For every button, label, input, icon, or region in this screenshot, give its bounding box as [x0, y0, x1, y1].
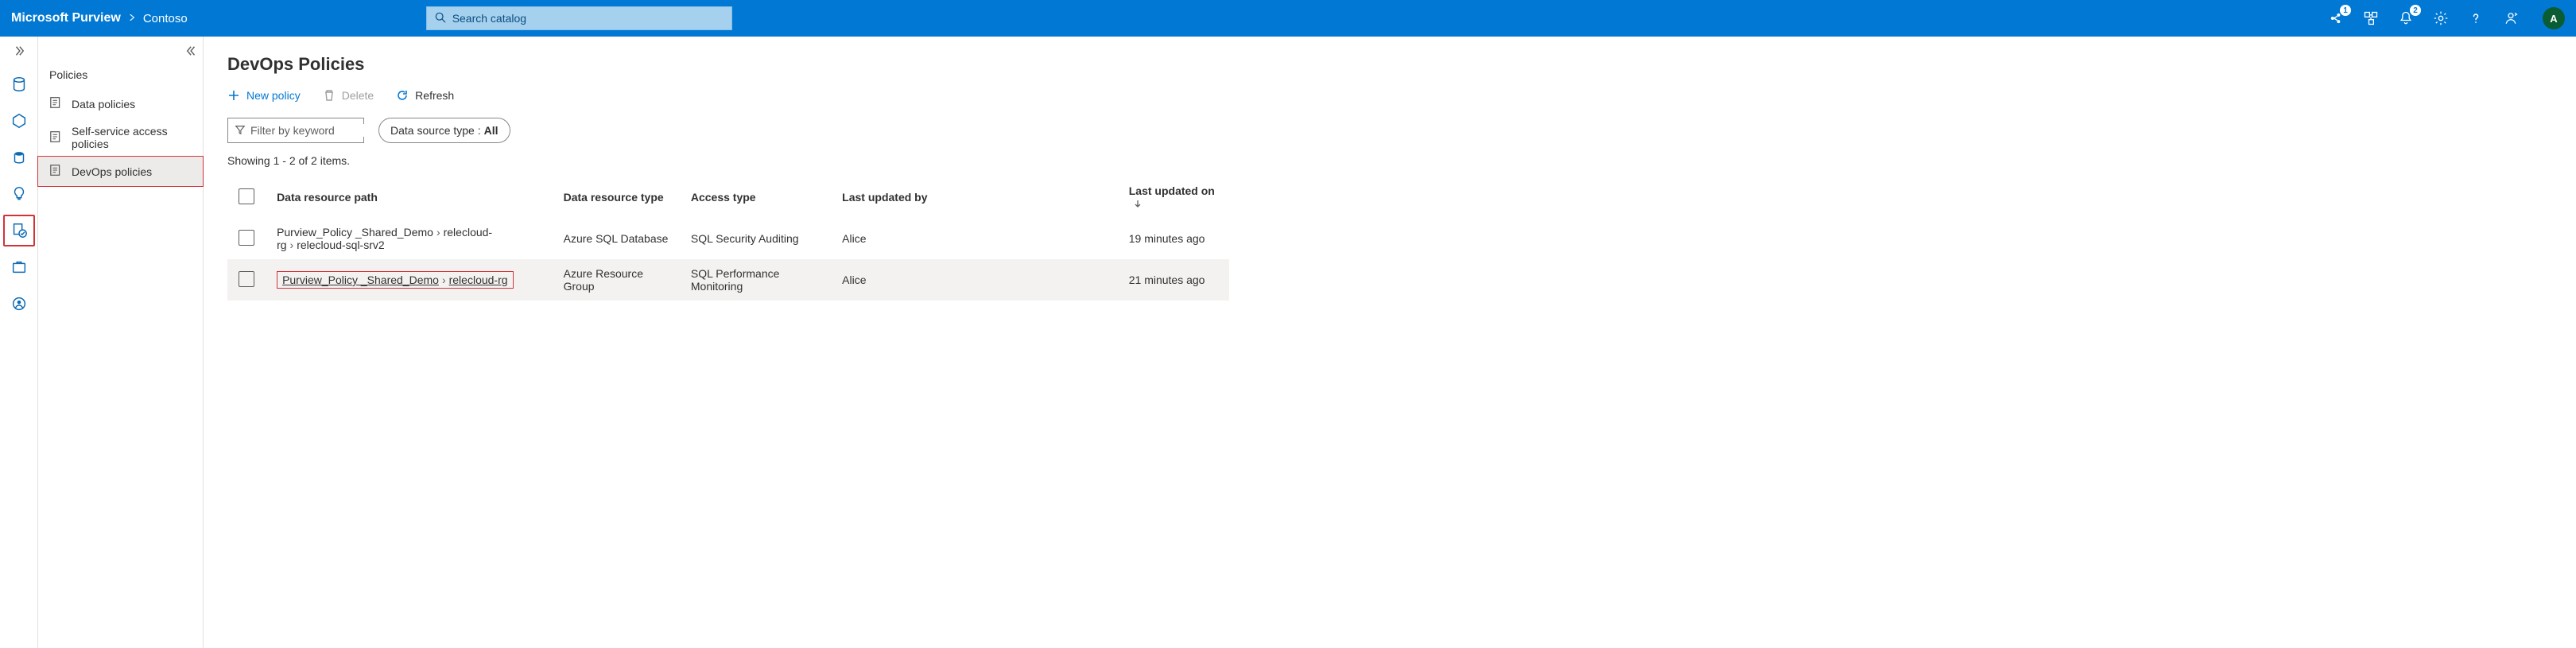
- command-bar: New policy Delete Refresh: [227, 86, 2552, 113]
- sidebar-item-label: Data policies: [72, 98, 135, 111]
- sidebar-item-label: Self-service access policies: [72, 125, 192, 150]
- search-input[interactable]: [452, 12, 724, 25]
- collapse-panel-button[interactable]: [180, 40, 203, 62]
- sidebar-item-self-service-access-policies[interactable]: Self-service access policies: [38, 118, 203, 157]
- policy-list-icon: [49, 163, 64, 180]
- pill-value: All: [484, 124, 499, 137]
- new-policy-button[interactable]: New policy: [227, 89, 301, 102]
- sort-desc-icon: [1134, 197, 1142, 210]
- topbar: Microsoft Purview Contoso 1 2: [0, 0, 2576, 37]
- row-checkbox[interactable]: [239, 230, 254, 246]
- expand-rail-button[interactable]: [8, 40, 30, 62]
- policy-list-icon: [49, 130, 64, 146]
- new-policy-label: New policy: [246, 89, 301, 102]
- chevron-right-icon: ›: [442, 274, 446, 286]
- search-box[interactable]: [426, 6, 732, 30]
- app-title[interactable]: Microsoft Purview: [11, 11, 121, 25]
- sidebar-item-data-policies[interactable]: Data policies: [38, 89, 203, 118]
- share-icon[interactable]: 1: [2328, 10, 2344, 26]
- cell-updated-by: Alice: [831, 218, 1118, 259]
- cell-updated-by: Alice: [831, 259, 1118, 301]
- delete-button: Delete: [323, 89, 374, 102]
- select-all-checkbox[interactable]: [239, 188, 254, 204]
- col-header-path[interactable]: Data resource path: [266, 177, 553, 218]
- sidebar-section-title: Policies: [38, 62, 203, 89]
- col-header-updated-by[interactable]: Last updated by: [831, 177, 1118, 218]
- row-checkbox[interactable]: [239, 271, 254, 287]
- help-icon[interactable]: [2468, 10, 2484, 26]
- pill-prefix: Data source type :: [390, 124, 481, 137]
- main-content: DevOps Policies New policy Delete Refres…: [204, 37, 2576, 648]
- cell-access-type: SQL Performance Monitoring: [680, 259, 831, 301]
- avatar-initial: A: [2550, 13, 2557, 25]
- feedback-icon[interactable]: [2503, 10, 2519, 26]
- rail-item-privacy[interactable]: [5, 289, 33, 318]
- rail-item-insights[interactable]: [5, 180, 33, 208]
- cell-data-resource-path[interactable]: Purview_Policy _Shared_Demo›relecloud-rg: [266, 259, 553, 301]
- cell-data-resource-type: Azure Resource Group: [553, 259, 680, 301]
- search-icon: [435, 12, 446, 25]
- path-segment[interactable]: relecloud-rg: [449, 274, 508, 286]
- filter-keyword-input[interactable]: [250, 124, 394, 137]
- topbar-actions: 1 2: [2328, 10, 2519, 26]
- filter-row: Data source type : All: [227, 118, 2552, 143]
- chevron-right-icon: ›: [290, 239, 294, 251]
- cell-data-resource-path[interactable]: Purview_Policy _Shared_Demo›relecloud-rg…: [266, 218, 553, 259]
- page-title: DevOps Policies: [227, 54, 2552, 75]
- result-count: Showing 1 - 2 of 2 items.: [227, 154, 2552, 167]
- left-rail: [0, 37, 38, 648]
- table-row[interactable]: Purview_Policy _Shared_Demo›relecloud-rg…: [227, 218, 1229, 259]
- cell-updated-on: 21 minutes ago: [1118, 259, 1229, 301]
- delete-label: Delete: [342, 89, 374, 102]
- cell-access-type: SQL Security Auditing: [680, 218, 831, 259]
- refresh-label: Refresh: [415, 89, 454, 102]
- highlighted-path-box: Purview_Policy _Shared_Demo›relecloud-rg: [277, 271, 513, 289]
- chevron-right-icon: ›: [436, 226, 440, 239]
- filter-icon: [235, 124, 246, 138]
- rail-item-policies[interactable]: [5, 216, 33, 245]
- table-header-row: Data resource path Data resource type Ac…: [227, 177, 1229, 218]
- breadcrumb-tenant[interactable]: Contoso: [143, 12, 188, 25]
- col-header-access[interactable]: Access type: [680, 177, 831, 218]
- rail-item-data-estate[interactable]: [5, 143, 33, 172]
- workflow-icon[interactable]: [2363, 10, 2379, 26]
- bell-icon[interactable]: 2: [2398, 10, 2414, 26]
- path-segment[interactable]: Purview_Policy _Shared_Demo: [277, 226, 433, 239]
- chevron-right-icon: [129, 14, 135, 23]
- gear-icon[interactable]: [2433, 10, 2449, 26]
- policy-list-icon: [49, 95, 64, 112]
- cell-data-resource-type: Azure SQL Database: [553, 218, 680, 259]
- data-source-type-pill[interactable]: Data source type : All: [378, 118, 510, 143]
- col-header-type[interactable]: Data resource type: [553, 177, 680, 218]
- table-row[interactable]: Purview_Policy _Shared_Demo›relecloud-rg…: [227, 259, 1229, 301]
- col-header-updated-on[interactable]: Last updated on: [1118, 177, 1229, 218]
- avatar[interactable]: A: [2543, 7, 2565, 29]
- filter-keyword-box[interactable]: [227, 118, 364, 143]
- path-segment[interactable]: Purview_Policy _Shared_Demo: [282, 274, 439, 286]
- refresh-button[interactable]: Refresh: [396, 89, 454, 102]
- sidebar-item-label: DevOps policies: [72, 165, 152, 178]
- path-segment[interactable]: relecloud-sql-srv2: [297, 239, 384, 251]
- cell-updated-on: 19 minutes ago: [1118, 218, 1229, 259]
- rail-item-data-catalog[interactable]: [5, 70, 33, 99]
- policies-table: Data resource path Data resource type Ac…: [227, 177, 1229, 301]
- bell-badge: 2: [2410, 5, 2421, 16]
- rail-item-data-map[interactable]: [5, 107, 33, 135]
- sidebar-item-devops-policies[interactable]: DevOps policies: [38, 157, 203, 186]
- sidepanel: Policies Data policies Self-service acces…: [38, 37, 204, 648]
- rail-item-management[interactable]: [5, 253, 33, 281]
- share-badge: 1: [2340, 5, 2351, 16]
